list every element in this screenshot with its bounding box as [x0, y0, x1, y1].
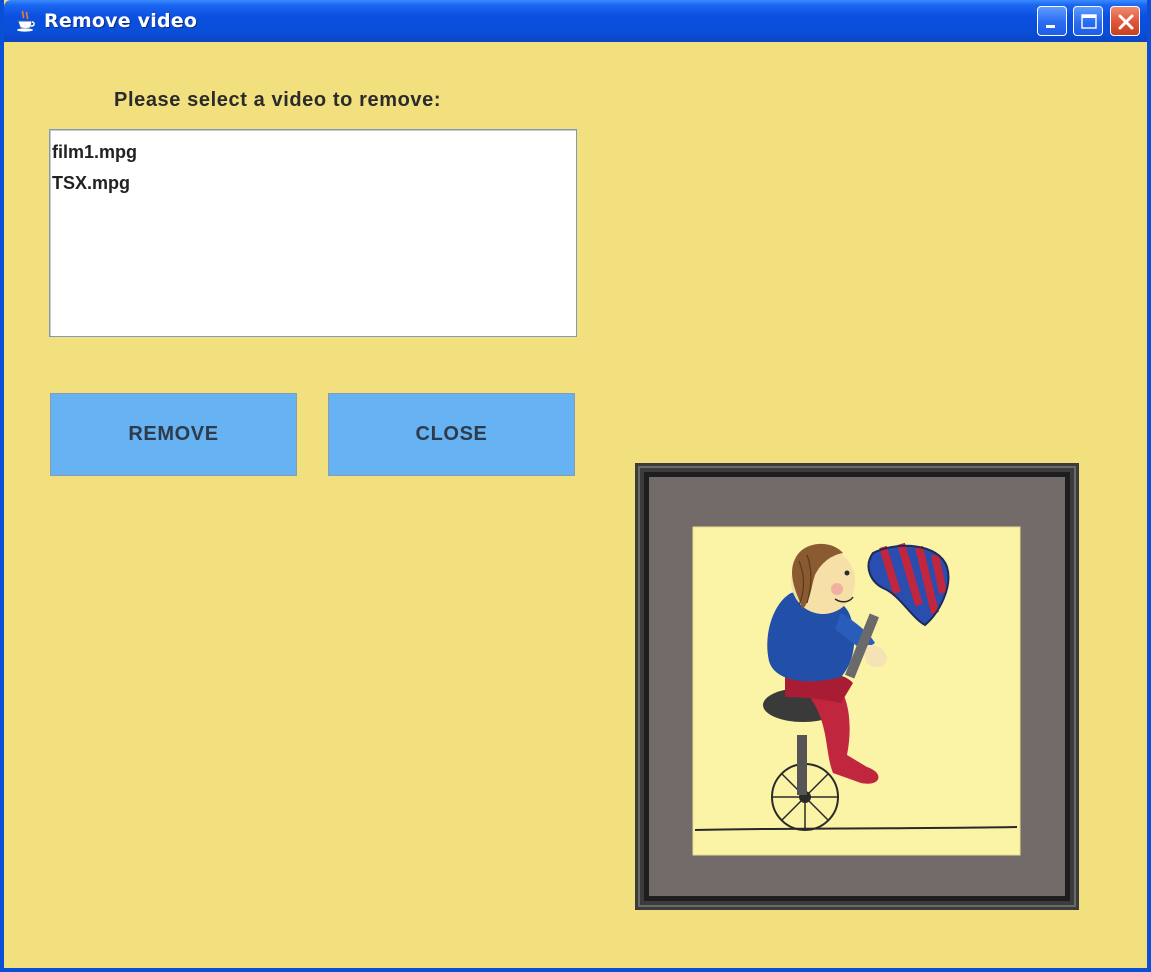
video-list[interactable]: film1.mpg TSX.mpg — [49, 129, 577, 337]
close-button[interactable]: CLOSE — [328, 393, 575, 476]
maximize-icon — [1081, 14, 1097, 29]
maximize-button[interactable] — [1073, 6, 1103, 36]
child-on-unicycle-illustration — [635, 463, 1079, 910]
remove-video-window: Remove video Please select a video to re… — [0, 0, 1151, 972]
java-cup-icon — [17, 10, 35, 32]
remove-button[interactable]: REMOVE — [50, 393, 297, 476]
window-title: Remove video — [44, 10, 198, 32]
select-video-prompt: Please select a video to remove: — [114, 89, 442, 111]
minimize-icon — [1046, 25, 1055, 28]
list-item[interactable]: TSX.mpg — [50, 169, 576, 200]
close-window-button[interactable] — [1110, 6, 1140, 36]
close-icon — [1118, 14, 1134, 30]
list-item[interactable]: film1.mpg — [50, 138, 576, 169]
minimize-button[interactable] — [1037, 6, 1067, 36]
title-bar[interactable]: Remove video — [4, 0, 1147, 42]
